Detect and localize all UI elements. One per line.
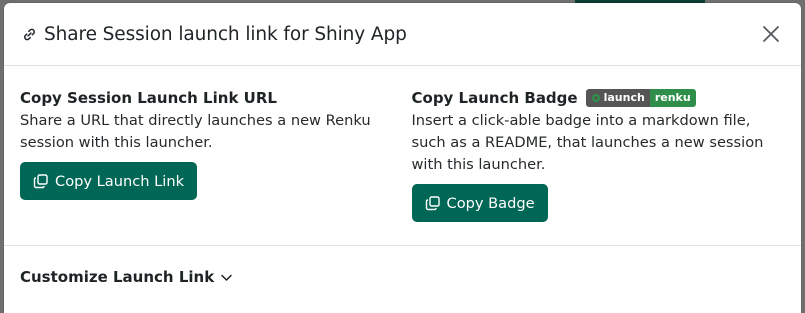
modal-title: Share Session launch link for Shiny App [44, 23, 407, 45]
close-icon [762, 25, 780, 43]
modal-footer: Customize Launch Link [4, 246, 801, 308]
copy-badge-button[interactable]: Copy Badge [411, 184, 548, 222]
launch-link-description: Share a URL that directly launches a new… [20, 112, 371, 151]
customize-launch-link-toggle[interactable]: Customize Launch Link [20, 268, 233, 286]
renku-logo-icon [591, 93, 601, 103]
launch-badge-heading-text: Copy Launch Badge [411, 89, 578, 107]
close-button[interactable] [757, 20, 785, 48]
copy-launch-link-label: Copy Launch Link [55, 172, 185, 190]
copy-badge-label: Copy Badge [446, 194, 535, 212]
copy-icon [33, 173, 49, 189]
modal-body: Copy Session Launch Link URL Share a URL… [4, 66, 801, 246]
link-icon [22, 26, 38, 42]
chevron-down-icon [220, 271, 233, 284]
badge-left-text: launch [603, 91, 645, 104]
launch-badge-preview: launch renku [585, 89, 696, 107]
launch-badge-section: Copy Launch Badge launch renku Insert a … [411, 88, 786, 245]
copy-icon [425, 195, 441, 211]
launch-badge-heading: Copy Launch Badge launch renku [412, 88, 786, 108]
launch-link-heading: Copy Session Launch Link URL [20, 88, 394, 108]
badge-left-part: launch [585, 89, 650, 107]
badge-right-text: renku [649, 89, 696, 107]
launch-link-heading-text: Copy Session Launch Link URL [20, 89, 277, 107]
launch-badge-description: Insert a click-able badge into a markdow… [411, 112, 764, 173]
share-launch-link-modal: Share Session launch link for Shiny App … [4, 3, 801, 313]
customize-launch-link-label: Customize Launch Link [20, 268, 215, 286]
copy-launch-link-button[interactable]: Copy Launch Link [20, 162, 198, 200]
launch-link-section: Copy Session Launch Link URL Share a URL… [20, 88, 412, 245]
modal-header: Share Session launch link for Shiny App [4, 3, 801, 66]
